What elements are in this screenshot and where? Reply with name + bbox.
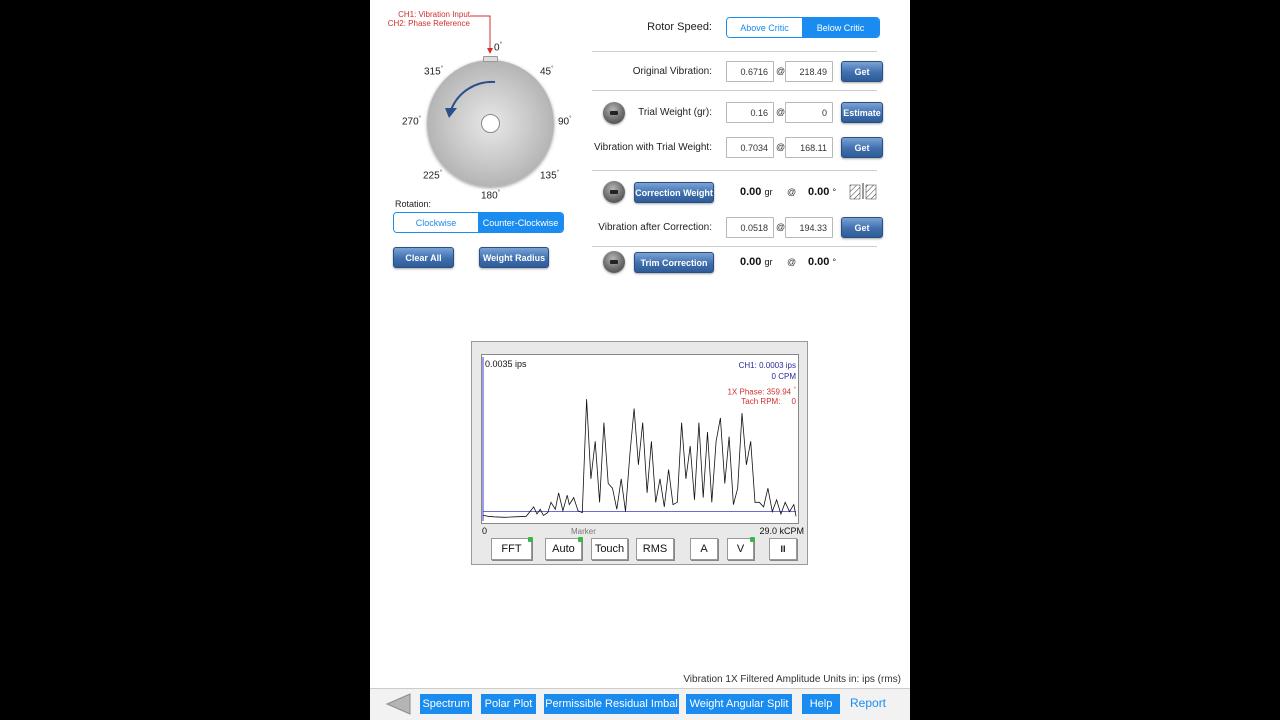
ch1-label: CH1: Vibration Input (398, 10, 470, 19)
rotation-counter-clockwise[interactable]: Counter-Clockwise (478, 213, 563, 232)
correction-weight-value: 0.00 gr (740, 186, 773, 198)
at-symbol: @ (776, 107, 786, 117)
vibration-trial-get-button[interactable]: Get (841, 137, 883, 158)
acceleration-button[interactable]: A (690, 538, 718, 560)
trim-correction-value: 0.00 gr (740, 256, 773, 268)
degree-225: 225° (423, 170, 443, 182)
weight-angular-split-tab[interactable]: Weight Angular Split (686, 694, 792, 714)
rotor-disc[interactable] (427, 56, 554, 187)
split-weight-icon[interactable] (849, 181, 877, 201)
trim-correction-icon[interactable] (603, 251, 625, 273)
spectrum-top-left: 0.0035 ips (485, 359, 527, 369)
pause-button[interactable]: II (769, 538, 797, 560)
degree-45: 45° (540, 66, 554, 78)
at-symbol: @ (776, 142, 786, 152)
ch2-label: CH2: Phase Reference (387, 19, 470, 28)
vibration-after-label: Vibration after Correction: (598, 222, 712, 233)
velocity-button[interactable]: V (727, 537, 755, 560)
degree-0: 0° (494, 42, 502, 54)
rotation-segmented: Clockwise Counter-Clockwise (393, 212, 564, 233)
ch1-readout: CH1: 0.0003 ips (738, 361, 796, 370)
units-footer: Vibration 1X Filtered Amplitude Units in… (683, 674, 901, 685)
degree-270: 270° (402, 116, 422, 128)
degree-90: 90° (558, 116, 572, 128)
rotation-label: Rotation: (395, 199, 432, 209)
marker-label[interactable]: Marker (571, 527, 596, 536)
touch-button[interactable]: Touch (591, 538, 628, 560)
degree-180: 180° (481, 190, 501, 202)
trim-correction-button[interactable]: Trim Correction (634, 252, 714, 273)
original-vibration-label: Original Vibration: (632, 66, 712, 77)
rms-button[interactable]: RMS (636, 538, 674, 560)
x-axis-start: 0 (482, 526, 488, 536)
vibration-trial-phase-field[interactable]: 168.11 (785, 137, 833, 158)
clear-all-button[interactable]: Clear All (393, 247, 454, 268)
separator (592, 246, 877, 247)
permissible-residual-imbal-tab[interactable]: Permissible Residual Imbal (544, 694, 679, 714)
rotor-speed-below[interactable]: Below Critic (802, 18, 879, 37)
trim-correction-angle: 0.00 ° (808, 256, 837, 268)
fft-button[interactable]: FFT (491, 537, 533, 560)
report-link[interactable]: Report (850, 696, 886, 710)
correction-weight-angle: 0.00 ° (808, 186, 837, 198)
polar-plot-tab[interactable]: Polar Plot (481, 694, 536, 714)
trial-weight-label: Trial Weight (gr): (638, 107, 712, 118)
x-axis-end: 29.0 kCPM (759, 526, 804, 536)
spectrum-plot-area[interactable]: 0.0035 ips CH1: 0.0003 ips 0 CPM 1X Phas… (481, 354, 799, 524)
rotor-speed-segmented: Above Critic Below Critic (726, 17, 880, 38)
vibration-trial-label: Vibration with Trial Weight: (593, 142, 712, 153)
vibration-after-phase-field[interactable]: 194.33 (785, 217, 833, 238)
spectrum-tab[interactable]: Spectrum (420, 694, 472, 714)
back-arrow-icon[interactable] (384, 692, 412, 716)
original-vibration-get-button[interactable]: Get (841, 61, 883, 82)
separator (592, 51, 877, 52)
degree-315: 315° (424, 66, 444, 78)
correction-weight-icon[interactable] (603, 181, 625, 203)
at-symbol: @ (776, 222, 786, 232)
original-vibration-amplitude-field[interactable]: 0.6716 (726, 61, 774, 82)
trial-weight-amount-field[interactable]: 0.16 (726, 102, 774, 123)
vibration-after-amplitude-field[interactable]: 0.0518 (726, 217, 774, 238)
spectrum-series-0 (482, 399, 797, 518)
rotation-direction-icon (445, 80, 496, 118)
help-tab[interactable]: Help (802, 694, 840, 714)
trial-weight-estimate-button[interactable]: Estimate (841, 102, 883, 123)
degree-135: 135° (540, 170, 560, 182)
vibration-trial-amplitude-field[interactable]: 0.7034 (726, 137, 774, 158)
separator (592, 170, 877, 171)
separator (592, 90, 877, 91)
tach-readout: Tach RPM: 0 (741, 397, 796, 406)
weight-radius-button[interactable]: Weight Radius (479, 247, 549, 268)
trial-weight-angle-field[interactable]: 0 (785, 102, 833, 123)
phase-readout: 1X Phase: 359.94 ° (727, 386, 796, 397)
vibration-after-get-button[interactable]: Get (841, 217, 883, 238)
spectrum-chart (482, 357, 797, 521)
phase-reference-arrow (470, 15, 493, 54)
spectrum-panel: 0.0035 ips CH1: 0.0003 ips 0 CPM 1X Phas… (471, 341, 808, 565)
at-symbol: @ (787, 257, 797, 267)
rotation-clockwise[interactable]: Clockwise (394, 213, 478, 232)
balancing-page: CH1: Vibration Input CH2: Phase Referenc… (370, 0, 910, 720)
rotor-speed-above[interactable]: Above Critic (727, 18, 803, 37)
correction-weight-button[interactable]: Correction Weight (634, 182, 714, 203)
cpm-readout: 0 CPM (771, 372, 796, 381)
rotor-speed-label: Rotor Speed: (647, 21, 712, 33)
auto-button[interactable]: Auto (545, 537, 583, 560)
at-symbol: @ (787, 187, 797, 197)
at-symbol: @ (776, 66, 786, 76)
original-vibration-phase-field[interactable]: 218.49 (785, 61, 833, 82)
